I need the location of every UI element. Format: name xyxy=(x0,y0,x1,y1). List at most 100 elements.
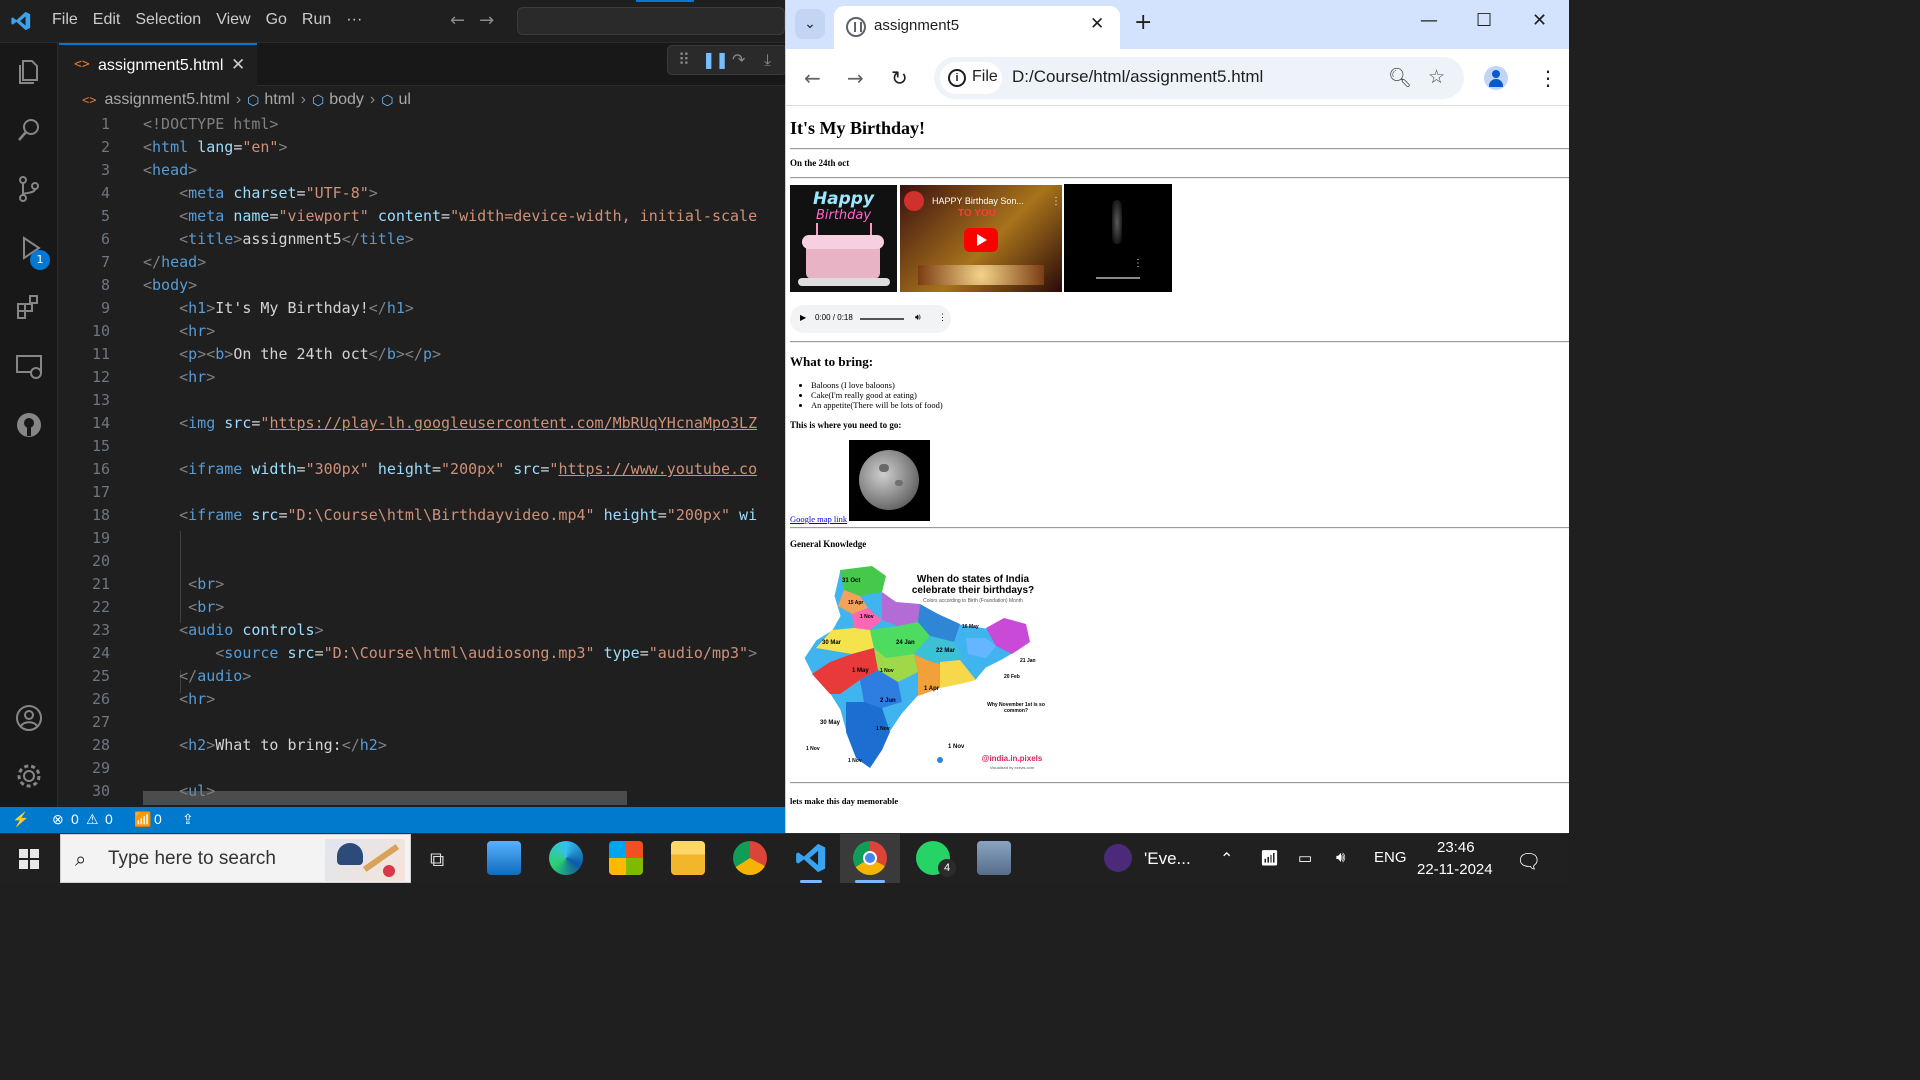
source-control-icon[interactable] xyxy=(14,174,44,204)
audio-play-icon[interactable]: ▶ xyxy=(800,313,806,322)
zoom-icon[interactable]: 🔍︎ xyxy=(1388,66,1412,89)
youtube-embed[interactable]: HAPPY Birthday Son... ⋮ TO YOU xyxy=(900,185,1062,292)
settings-gear-icon[interactable] xyxy=(14,761,44,791)
kebab-menu-icon[interactable]: ⋮ xyxy=(1538,66,1558,90)
drag-handle-icon[interactable]: ⠿ xyxy=(678,50,690,69)
video-title[interactable]: HAPPY Birthday Son... xyxy=(932,196,1024,206)
bring-list: Baloons (I love baloons) Cake(I'm really… xyxy=(811,380,943,410)
back-arrow-icon[interactable]: ← xyxy=(450,10,465,31)
profile-avatar-icon[interactable] xyxy=(1484,66,1508,90)
breadcrumb-ul[interactable]: ul xyxy=(398,91,410,109)
task-view-icon[interactable]: ⧉ xyxy=(430,847,444,871)
cake-plate xyxy=(798,278,890,286)
menu-more[interactable]: ··· xyxy=(346,11,371,29)
warning-icon[interactable]: ⚠ xyxy=(86,811,99,828)
explorer-icon[interactable] xyxy=(14,57,44,87)
new-tab-plus-icon[interactable]: + xyxy=(1134,10,1152,35)
github-icon[interactable] xyxy=(14,410,44,440)
video-progress[interactable] xyxy=(1096,277,1140,279)
moon-image[interactable] xyxy=(849,440,930,521)
reload-icon[interactable]: ↻ xyxy=(891,66,908,90)
breadcrumb-html[interactable]: html xyxy=(264,91,294,109)
step-over-icon[interactable]: ↷ xyxy=(732,50,745,69)
tray-chevron-up-icon[interactable]: ⌃ xyxy=(1220,849,1233,869)
horizontal-scrollbar[interactable] xyxy=(143,791,627,805)
ports-icon[interactable]: 📶 xyxy=(134,811,151,828)
file-explorer-icon[interactable] xyxy=(671,841,705,875)
audio-seek-bar[interactable] xyxy=(860,318,904,320)
audio-player[interactable]: ▶ 0:00 / 0:18 🔊︎ ⋮ xyxy=(790,305,951,333)
img-src-link[interactable]: https://play-lh.googleusercontent.com/Mb… xyxy=(269,414,757,432)
code-line-4: <meta charset="UTF-8"> xyxy=(179,184,378,202)
address-bar[interactable]: i File D:/Course/html/assignment5.html 🔍… xyxy=(934,57,1464,99)
url-text[interactable]: D:/Course/html/assignment5.html xyxy=(1012,67,1263,87)
chrome-tab-close-icon[interactable]: ✕ xyxy=(1090,14,1104,34)
network-icon[interactable]: 📶︎ xyxy=(1260,849,1279,867)
warning-count[interactable]: 0 xyxy=(105,811,113,827)
map-label: 1 Nov xyxy=(880,668,894,674)
ports-count[interactable]: 0 xyxy=(154,811,162,827)
attr-value: "300px" xyxy=(305,460,369,478)
chrome-profile-icon[interactable] xyxy=(733,841,767,875)
step-into-icon[interactable]: ⤓ xyxy=(764,50,771,70)
error-count[interactable]: 0 xyxy=(71,811,79,827)
mail-app-icon[interactable] xyxy=(487,841,521,875)
notification-icon[interactable]: 🗨︎ xyxy=(1516,849,1541,874)
search-placeholder: Type here to search xyxy=(108,848,276,869)
forward-arrow-icon[interactable]: → xyxy=(479,10,494,31)
remote-indicator-icon[interactable]: ⚡ xyxy=(12,811,29,828)
tab-close-icon[interactable]: ✕ xyxy=(231,55,245,75)
microsoft-store-icon[interactable] xyxy=(609,841,643,875)
maximize-icon[interactable]: ☐ xyxy=(1476,10,1492,31)
audio-menu-icon[interactable]: ⋮ xyxy=(938,312,947,323)
search-icon[interactable] xyxy=(14,115,44,145)
code-editor[interactable]: 1 <!DOCTYPE html> 2 <html lang="en"> 3 <hea… xyxy=(59,113,785,807)
pause-icon[interactable]: ❚❚ xyxy=(702,50,729,69)
tab-search-chevron-icon[interactable]: ⌄ xyxy=(795,9,825,39)
audio-volume-icon[interactable]: 🔊︎ xyxy=(915,312,921,323)
menu-go[interactable]: Go xyxy=(266,11,296,29)
close-window-icon[interactable]: ✕ xyxy=(1532,10,1547,31)
windows-start-icon[interactable] xyxy=(19,849,39,869)
forward-arrow-icon[interactable]: → xyxy=(847,66,864,90)
footer-text: lets make this day memorable xyxy=(790,796,899,806)
battery-icon[interactable]: ▭ xyxy=(1298,849,1312,867)
chrome-tab-assignment5[interactable]: assignment5 ✕ xyxy=(834,6,1120,49)
account-icon[interactable] xyxy=(14,703,44,733)
news-widget[interactable]: 'Eve... xyxy=(1144,849,1191,869)
menu-edit[interactable]: Edit xyxy=(93,11,130,29)
menu-view[interactable]: View xyxy=(216,11,259,29)
back-arrow-icon[interactable]: ← xyxy=(804,66,821,90)
breadcrumb-body[interactable]: body xyxy=(329,91,364,109)
live-share-icon[interactable]: ⇪ xyxy=(182,811,194,828)
video-menu-icon[interactable]: ⋮ xyxy=(1051,196,1061,207)
breadcrumb-file[interactable]: assignment5.html xyxy=(104,91,229,109)
taskbar-search[interactable]: ⌕ Type here to search xyxy=(60,834,411,883)
volume-icon[interactable]: 🔊︎ xyxy=(1336,849,1345,866)
google-map-link[interactable]: Google map link xyxy=(790,514,847,524)
iframe-src-link[interactable]: https://www.youtube.co xyxy=(558,460,757,478)
minimize-icon[interactable]: — xyxy=(1420,10,1438,31)
edge-browser-icon[interactable] xyxy=(549,841,583,875)
bookmark-star-icon[interactable]: ☆ xyxy=(1428,66,1445,88)
extensions-icon[interactable] xyxy=(14,292,44,322)
menu-file[interactable]: File xyxy=(52,11,87,29)
video-more-icon[interactable]: ⋮ xyxy=(1133,258,1143,269)
line-number: 11 xyxy=(91,345,110,363)
command-center-search[interactable] xyxy=(517,7,785,35)
calculator-icon[interactable] xyxy=(977,841,1011,875)
errors-icon[interactable]: ⊗ xyxy=(52,811,64,828)
local-video-frame[interactable]: ⋮ xyxy=(1064,184,1172,292)
clock-time[interactable]: 23:46 xyxy=(1437,839,1475,856)
menu-selection[interactable]: Selection xyxy=(135,11,210,29)
tab-assignment5-html[interactable]: <> assignment5.html ✕ xyxy=(59,43,257,86)
remote-explorer-icon[interactable] xyxy=(14,351,44,381)
premier-league-icon[interactable] xyxy=(1104,844,1132,872)
site-info-chip[interactable]: i File xyxy=(940,62,1002,94)
moon-shape xyxy=(859,450,919,510)
menu-run[interactable]: Run xyxy=(302,11,340,29)
language-indicator[interactable]: ENG xyxy=(1374,849,1407,866)
vscode-taskbar-icon[interactable] xyxy=(794,841,828,875)
clock-date[interactable]: 22-11-2024 xyxy=(1417,861,1493,878)
chrome-taskbar-icon[interactable] xyxy=(853,841,887,875)
